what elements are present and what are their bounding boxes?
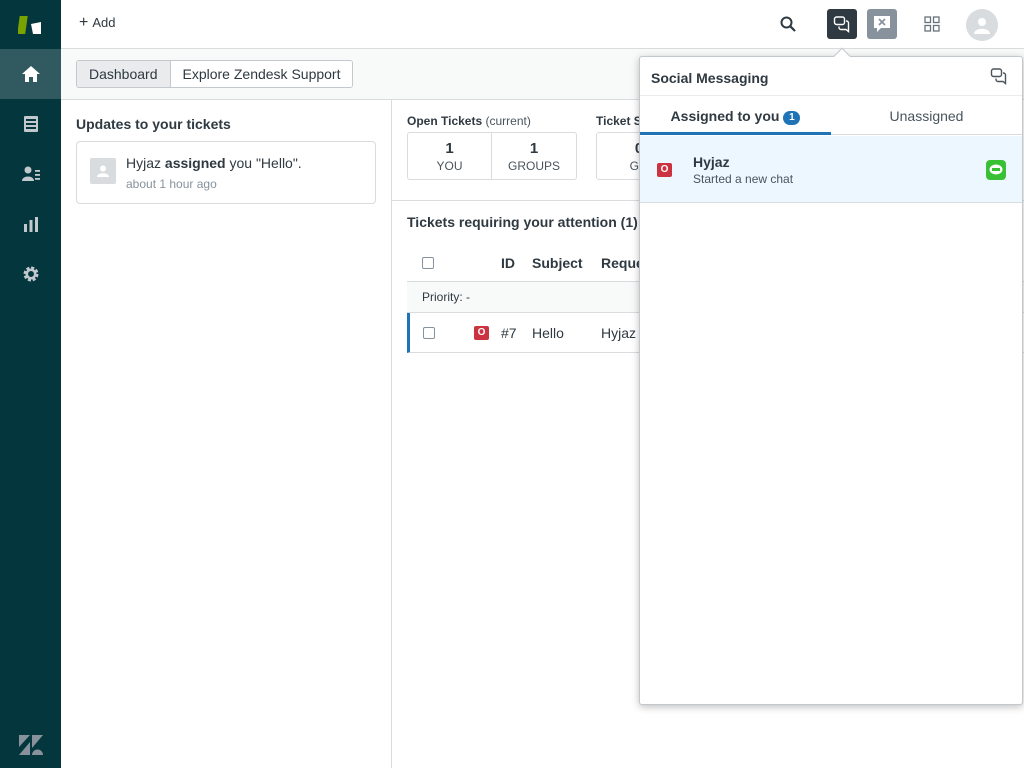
status-open-badge: O — [474, 326, 489, 340]
stat-groups[interactable]: 1 GROUPS — [492, 133, 576, 179]
attention-title: Tickets requiring your attention (1) — [407, 214, 638, 230]
tab-assigned-label: Assigned to you — [670, 108, 780, 124]
row-checkbox[interactable] — [423, 327, 435, 339]
search-button[interactable] — [773, 9, 803, 39]
user-avatar[interactable] — [966, 9, 998, 41]
add-button-label: Add — [92, 15, 116, 30]
panel-tabs: Assigned to you 1 Unassigned — [640, 95, 1022, 135]
zendesk-support-logo-icon[interactable] — [0, 0, 61, 49]
plus-icon: + — [79, 13, 89, 31]
chat-offline-icon — [874, 16, 890, 32]
update-item[interactable]: Hyjaz assigned you "Hello". about 1 hour… — [76, 141, 376, 204]
status-open-badge: O — [657, 163, 672, 177]
ticket-id: #7 — [501, 325, 517, 341]
product-tray-button[interactable] — [917, 9, 947, 39]
line-icon — [986, 160, 1006, 180]
dashboard-tabs: Dashboard Explore Zendesk Support — [76, 60, 354, 88]
left-nav — [0, 0, 61, 768]
update-actor: Hyjaz — [126, 155, 162, 171]
home-icon — [21, 66, 40, 82]
top-header: + Add — [61, 0, 1024, 49]
views-icon — [23, 116, 38, 132]
nav-home[interactable] — [0, 49, 61, 99]
update-verb: assigned — [164, 155, 226, 171]
col-subject[interactable]: Subject — [532, 245, 583, 281]
open-tickets-label: Open Tickets (current) — [407, 114, 531, 128]
nav-customers[interactable] — [0, 149, 61, 199]
ticket-requester[interactable]: Hyjaz — [601, 313, 636, 353]
nav-admin[interactable] — [0, 249, 61, 299]
select-all-checkbox[interactable] — [422, 257, 434, 269]
gear-icon — [23, 266, 38, 282]
assigned-count-badge: 1 — [783, 111, 801, 125]
updates-title: Updates to your tickets — [76, 116, 231, 132]
apps-grid-icon — [924, 16, 940, 32]
social-messaging-button[interactable] — [827, 9, 857, 39]
stat-groups-count: 1 — [529, 140, 539, 157]
tab-dashboard[interactable]: Dashboard — [77, 61, 171, 87]
open-tickets-title: Open Tickets — [407, 114, 483, 128]
panel-title: Social Messaging — [651, 70, 769, 86]
reporting-icon — [23, 217, 38, 232]
nav-views[interactable] — [0, 99, 61, 149]
conversations-icon[interactable] — [990, 67, 1008, 85]
user-placeholder-icon — [90, 158, 116, 184]
add-button[interactable]: + Add — [79, 13, 116, 31]
customers-icon — [21, 166, 40, 181]
search-icon — [780, 16, 796, 32]
stat-groups-label: GROUPS — [507, 159, 560, 173]
stat-you-count: 1 — [445, 140, 454, 157]
ticket-subject[interactable]: Hello — [532, 313, 564, 353]
talk-unavailable-button[interactable] — [867, 9, 897, 39]
chat-name: Hyjaz — [693, 154, 730, 170]
update-time: about 1 hour ago — [126, 177, 217, 191]
col-requester[interactable]: Reque — [601, 245, 644, 281]
zendesk-logo-icon[interactable] — [18, 734, 44, 756]
open-tickets-stats: 1 YOU 1 GROUPS — [407, 132, 577, 180]
tab-assigned-to-you[interactable]: Assigned to you 1 — [640, 96, 831, 135]
tab-explore-zendesk-support[interactable]: Explore Zendesk Support — [170, 61, 353, 87]
nav-reporting[interactable] — [0, 199, 61, 249]
updates-column: Updates to your tickets Hyjaz assigned y… — [61, 100, 392, 768]
tab-unassigned[interactable]: Unassigned — [831, 96, 1022, 135]
stat-you[interactable]: 1 YOU — [408, 133, 492, 179]
update-rest: you "Hello". — [229, 155, 302, 171]
chat-list-item[interactable]: O Hyjaz Started a new chat — [640, 136, 1022, 203]
ticket-statistics-label: Ticket S — [596, 114, 642, 128]
open-tickets-qualifier: (current) — [485, 114, 531, 128]
chat-subtitle: Started a new chat — [693, 172, 794, 186]
col-id[interactable]: ID — [501, 245, 515, 281]
stat-you-label: YOU — [436, 159, 463, 173]
conversations-icon — [833, 16, 850, 33]
social-messaging-panel: Social Messaging Assigned to you 1 Unassi… — [639, 47, 1023, 705]
update-text: Hyjaz assigned you "Hello". — [126, 155, 302, 171]
user-icon — [974, 18, 990, 34]
